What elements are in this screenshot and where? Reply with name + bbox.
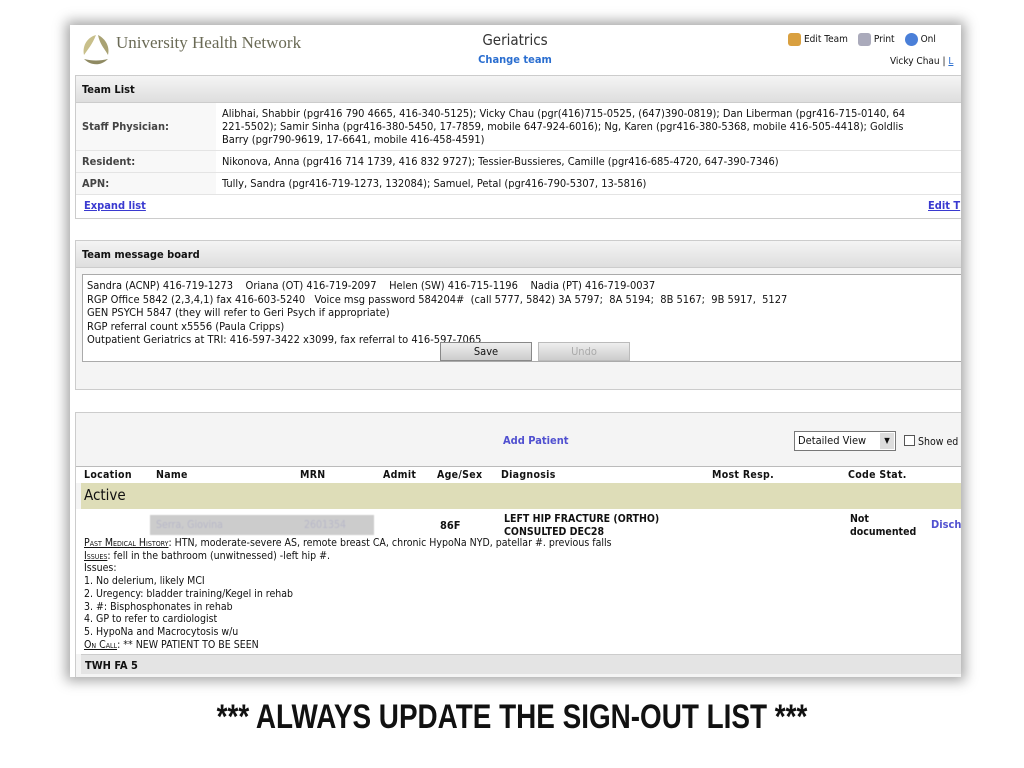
code-status: Not [850, 513, 869, 525]
edit-team-link[interactable]: Edit T [928, 199, 960, 212]
show-label: Show ed [918, 436, 959, 448]
row-value: Nikonova, Anna (pgr416 714 1739, 416 832… [216, 150, 961, 173]
row-label: Resident: [76, 150, 216, 173]
print-button[interactable]: Print [857, 33, 895, 46]
col-age-sex[interactable]: Age/Sex [437, 469, 482, 481]
app-window: University Health Network Geriatrics Cha… [70, 25, 961, 677]
redacted-patient-id: Serra, Giovina 2601354 [150, 515, 374, 535]
chevron-down-icon: ▼ [880, 433, 894, 449]
row-value: Alibhai, Shabbir (pgr416 790 4665, 416-3… [216, 103, 961, 151]
view-select[interactable]: Detailed View ▼ [794, 431, 896, 451]
caption: *** ALWAYS UPDATE THE SIGN-OUT LIST *** [216, 698, 808, 736]
patient-list-panel: Add Patient Detailed View ▼ Show ed Locat… [75, 412, 961, 677]
diagnosis: LEFT HIP FRACTURE (ORTHO) [504, 513, 660, 525]
group-active: Active [81, 483, 961, 509]
page-title: Geriatrics [482, 31, 548, 49]
col-mrn[interactable]: MRN [300, 469, 325, 481]
logout-link[interactable]: L [948, 56, 953, 67]
row-value: Tully, Sandra (pgr416-719-1273, 132084);… [216, 172, 961, 195]
row-label: APN: [76, 172, 216, 195]
team-icon [788, 33, 801, 46]
col-admit[interactable]: Admit [383, 469, 416, 481]
help-icon [904, 33, 918, 46]
col-diagnosis[interactable]: Diagnosis [501, 469, 556, 481]
team-list-header: Team List [76, 76, 961, 103]
patient-table-header: Location Name MRN Admit Age/Sex Diagnosi… [76, 466, 961, 483]
edit-team-button[interactable]: Edit Team [788, 33, 848, 46]
online-help-button[interactable]: Onl [904, 33, 936, 46]
change-team-link[interactable]: Change team [450, 53, 580, 66]
team-list-panel: Team List Staff Physician: Alibhai, Shabb… [75, 75, 961, 219]
uhn-logo: University Health Network [78, 31, 301, 71]
staff-physician-row: Staff Physician: Alibhai, Shabbir (pgr416… [76, 103, 961, 151]
col-location[interactable]: Location [84, 469, 132, 481]
show-checkbox[interactable] [904, 435, 915, 446]
col-name[interactable]: Name [156, 469, 188, 481]
expand-list-link[interactable]: Expand list [84, 199, 146, 212]
undo-button[interactable]: Undo [538, 342, 630, 361]
apn-row: APN: Tully, Sandra (pgr416-719-1273, 1320… [76, 172, 961, 195]
save-button[interactable]: Save [440, 342, 532, 361]
patient-notes: Past Medical History: HTN, moderate-seve… [84, 537, 612, 651]
separator: | [942, 56, 946, 67]
group-twh-fa5: TWH FA 5 [81, 654, 961, 674]
col-code-stat[interactable]: Code Stat. [848, 469, 907, 481]
leaf-logo-icon [83, 35, 109, 65]
row-label: Staff Physician: [76, 103, 216, 151]
resident-row: Resident: Nikonova, Anna (pgr416 714 1739… [76, 150, 961, 173]
col-most-resp[interactable]: Most Resp. [712, 469, 774, 481]
printer-icon [857, 33, 871, 46]
message-board-header: Team message board [76, 241, 961, 268]
discharge-link[interactable]: Disch [931, 518, 961, 531]
user-name: Vicky Chau [890, 56, 940, 67]
add-patient-link[interactable]: Add Patient [503, 434, 569, 447]
age-sex: 86F [440, 519, 461, 532]
message-board-panel: Team message board Sandra (ACNP) 416-719… [75, 240, 961, 390]
